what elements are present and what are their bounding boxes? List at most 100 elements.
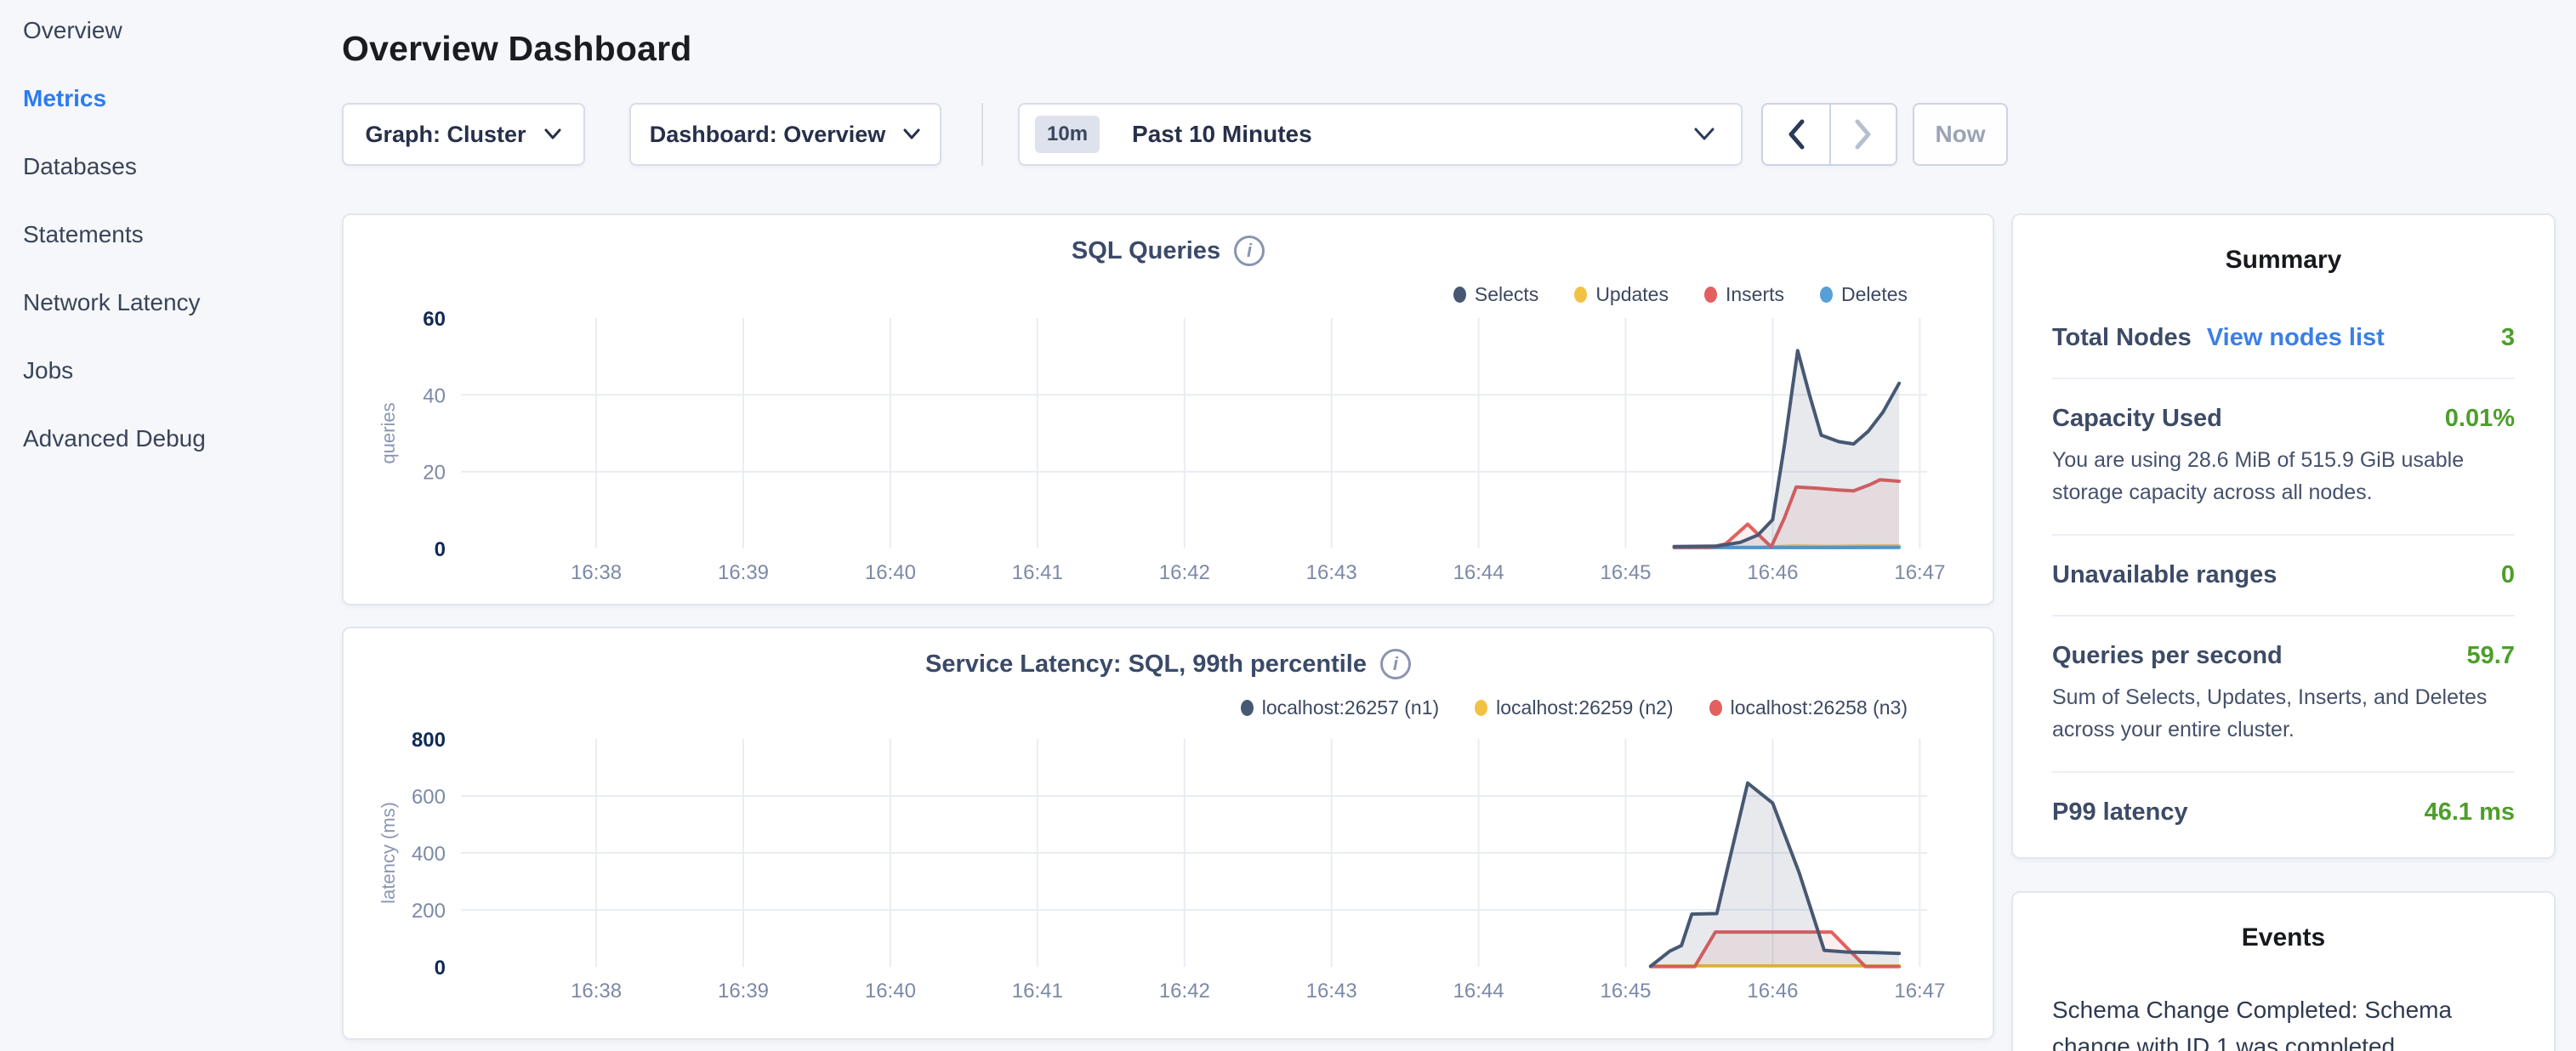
step-forward-button[interactable]	[1829, 105, 1896, 164]
time-range-dropdown[interactable]: 10m Past 10 Minutes	[1018, 103, 1743, 166]
summary-row-value: 3	[2501, 324, 2515, 352]
summary-row-label: Queries per second	[2052, 642, 2283, 670]
chevron-right-icon	[1854, 118, 1873, 151]
svg-text:400: 400	[412, 843, 446, 866]
svg-text:queries: queries	[378, 402, 399, 463]
svg-text:16:47: 16:47	[1894, 561, 1945, 584]
summary-row-total-nodes: Total Nodes View nodes list 3	[2052, 324, 2515, 352]
sidebar-item-network-latency[interactable]: Network Latency	[23, 289, 201, 316]
view-nodes-list-link[interactable]: View nodes list	[2207, 324, 2385, 352]
events-panel: Events Schema Change Completed: Schema c…	[2011, 891, 2556, 1051]
now-button[interactable]: Now	[1913, 103, 2008, 166]
svg-text:40: 40	[423, 384, 446, 407]
time-step-buttons	[1761, 103, 1897, 166]
controls-bar: Graph: Cluster Dashboard: Overview 10m P…	[342, 103, 2556, 166]
sidebar-item-metrics[interactable]: Metrics	[23, 85, 106, 112]
svg-text:600: 600	[412, 786, 446, 809]
legend-label: Deletes	[1841, 283, 1908, 306]
legend-item: localhost:26257 (n1)	[1241, 696, 1439, 719]
legend-item: Selects	[1453, 283, 1538, 306]
summary-row-queries-per-second: Queries per second 59.7 Sum of Selects, …	[2052, 642, 2515, 746]
legend-dot-icon	[1574, 287, 1587, 303]
svg-text:800: 800	[412, 729, 446, 752]
summary-row-description: Sum of Selects, Updates, Inserts, and De…	[2052, 682, 2494, 746]
summary-panel: Summary Total Nodes View nodes list 3 Ca…	[2011, 213, 2556, 859]
legend-item: Updates	[1574, 283, 1669, 306]
svg-text:0: 0	[435, 538, 446, 561]
svg-text:latency (ms): latency (ms)	[378, 802, 399, 904]
legend-label: localhost:26258 (n3)	[1731, 696, 1908, 719]
svg-text:16:40: 16:40	[865, 980, 916, 1003]
svg-text:60: 60	[423, 308, 446, 331]
page-title: Overview Dashboard	[342, 29, 2556, 69]
svg-text:0: 0	[435, 957, 446, 980]
sidebar: Overview Metrics Databases Statements Ne…	[0, 0, 342, 1051]
info-icon[interactable]	[1234, 236, 1265, 266]
svg-text:16:45: 16:45	[1600, 980, 1651, 1003]
svg-text:20: 20	[423, 462, 446, 485]
svg-text:16:38: 16:38	[571, 561, 622, 584]
dashboard-dropdown[interactable]: Dashboard: Overview	[629, 103, 941, 166]
chart-title: Service Latency: SQL, 99th percentile	[925, 650, 1367, 679]
svg-text:16:45: 16:45	[1600, 561, 1651, 584]
summary-row-description: You are using 28.6 MiB of 515.9 GiB usab…	[2052, 445, 2494, 508]
legend-label: localhost:26257 (n1)	[1262, 696, 1439, 719]
legend-label: Selects	[1475, 283, 1538, 306]
controls-divider	[981, 103, 983, 166]
info-icon[interactable]	[1380, 649, 1411, 679]
sidebar-item-statements[interactable]: Statements	[23, 221, 144, 248]
legend-dot-icon	[1241, 700, 1254, 716]
svg-text:16:38: 16:38	[571, 980, 622, 1003]
sidebar-item-databases[interactable]: Databases	[23, 153, 137, 180]
charts-column: SQL Queries Selects Updates Inserts Deletes…	[342, 213, 1994, 1051]
divider	[2052, 615, 2515, 616]
chevron-down-icon	[1693, 128, 1715, 141]
legend-item: localhost:26259 (n2)	[1475, 696, 1673, 719]
graph-dropdown[interactable]: Graph: Cluster	[342, 103, 585, 166]
svg-text:16:41: 16:41	[1012, 980, 1063, 1003]
time-window-badge: 10m	[1035, 116, 1100, 153]
service-latency-chart[interactable]: 16:3816:3916:4016:4116:4216:4316:4416:45…	[378, 721, 1959, 1041]
summary-row-label: Capacity Used	[2052, 405, 2222, 433]
sidebar-item-advanced-debug[interactable]: Advanced Debug	[23, 425, 206, 452]
chevron-down-icon	[543, 128, 562, 140]
divider	[2052, 378, 2515, 379]
chart-title: SQL Queries	[1072, 237, 1220, 265]
svg-text:16:39: 16:39	[718, 561, 769, 584]
sidebar-item-jobs[interactable]: Jobs	[23, 357, 73, 384]
chevron-down-icon	[902, 128, 921, 140]
sidebar-item-overview[interactable]: Overview	[23, 17, 122, 44]
summary-row-value: 0.01%	[2445, 405, 2515, 433]
step-back-button[interactable]	[1763, 105, 1829, 164]
divider	[2052, 534, 2515, 536]
legend-label: Updates	[1595, 283, 1669, 306]
events-title: Events	[2052, 923, 2515, 952]
sql-queries-chart[interactable]: 16:3816:3916:4016:4116:4216:4316:4416:45…	[378, 308, 1959, 597]
svg-text:16:44: 16:44	[1453, 980, 1504, 1003]
summary-row-value: 59.7	[2467, 642, 2515, 670]
legend-dot-icon	[1820, 287, 1833, 303]
dashboard-dropdown-label: Dashboard: Overview	[650, 122, 886, 148]
legend-dot-icon	[1704, 287, 1717, 303]
legend-item: Deletes	[1820, 283, 1908, 306]
svg-text:16:47: 16:47	[1894, 980, 1945, 1003]
legend-label: Inserts	[1726, 283, 1784, 306]
svg-text:16:40: 16:40	[865, 561, 916, 584]
right-column: Summary Total Nodes View nodes list 3 Ca…	[2011, 213, 2556, 1051]
legend-dot-icon	[1709, 700, 1722, 716]
sql-queries-chart-card: SQL Queries Selects Updates Inserts Deletes…	[342, 213, 1994, 605]
chart-legend: localhost:26257 (n1) localhost:26259 (n2)…	[378, 696, 1908, 719]
event-text: Schema Change Completed: Schema change w…	[2052, 991, 2515, 1051]
legend-item: Inserts	[1704, 283, 1784, 306]
chevron-left-icon	[1787, 118, 1805, 151]
summary-row-label: Total Nodes	[2052, 324, 2192, 352]
summary-row-label: P99 latency	[2052, 798, 2188, 827]
time-window-label: Past 10 Minutes	[1132, 121, 1312, 148]
summary-row-label: Unavailable ranges	[2052, 561, 2277, 589]
chart-legend: Selects Updates Inserts Deletes	[378, 283, 1908, 306]
svg-text:16:41: 16:41	[1012, 561, 1063, 584]
legend-item: localhost:26258 (n3)	[1709, 696, 1908, 719]
svg-text:16:46: 16:46	[1747, 980, 1798, 1003]
graph-dropdown-label: Graph: Cluster	[365, 122, 526, 148]
summary-title: Summary	[2052, 246, 2515, 275]
